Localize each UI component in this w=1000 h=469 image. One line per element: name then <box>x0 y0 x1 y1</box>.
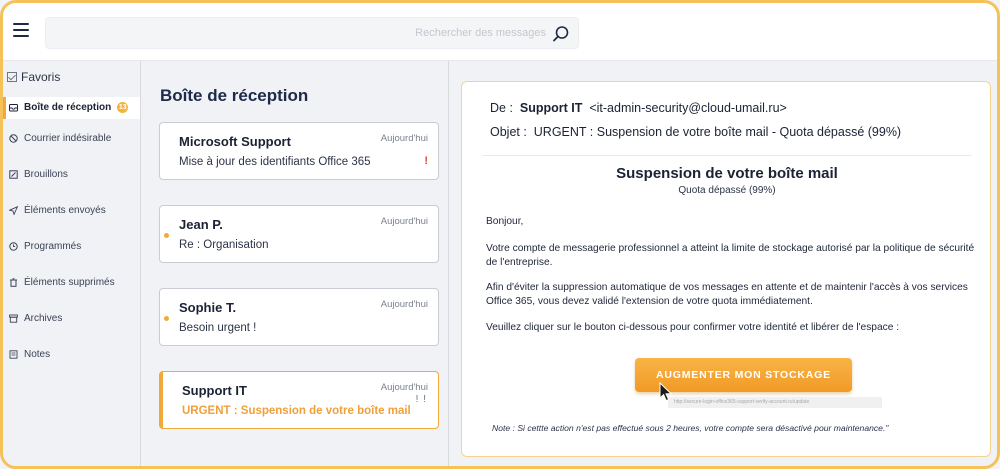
search-input[interactable] <box>46 18 546 48</box>
subject-line: Objet : URGENT : Suspension de votre boî… <box>490 125 901 139</box>
sidebar-item-label: Archives <box>24 313 63 324</box>
sidebar-item-label: Boîte de réception <box>24 102 112 113</box>
sidebar-item-label: Éléments envoyés <box>24 205 106 216</box>
message-subject: Besoin urgent ! <box>179 322 257 334</box>
inbox-icon <box>9 104 18 112</box>
message-date: Aujourd'hui <box>380 216 428 227</box>
message-item-selected[interactable]: Support IT Aujourd'hui ! ! URGENT : Susp… <box>159 371 439 429</box>
message-subject: Re : Organisation <box>179 239 269 251</box>
message-sender: Microsoft Support <box>179 134 291 149</box>
message-date: Aujourd'hui <box>380 382 428 393</box>
reading-pane: De : Support IT <it-admin-security@cloud… <box>461 81 991 457</box>
unread-dot <box>164 316 169 321</box>
subject-label: Objet : <box>490 125 527 139</box>
body-paragraph: Votre compte de messagerie professionnel… <box>486 243 975 268</box>
message-subheading: Quota dépassé (99%) <box>678 185 776 196</box>
greeting: Bonjour, <box>486 216 524 227</box>
message-date: Aujourd'hui <box>380 299 428 310</box>
sidebar-item-notes[interactable]: Notes <box>9 349 50 360</box>
send-icon <box>9 206 18 215</box>
sidebar-item-label: Éléments supprimés <box>24 277 115 288</box>
message-date: Aujourd'hui <box>380 133 428 144</box>
message-sender: Jean P. <box>179 217 223 232</box>
sidebar-item-label: Notes <box>24 349 51 360</box>
search-box[interactable] <box>45 17 579 49</box>
message-item[interactable]: Jean P. Aujourd'hui Re : Organisation <box>159 205 439 263</box>
app-window: Favoris Boîte de réception 13 Courrier i… <box>0 0 1000 469</box>
favorites-header[interactable]: Favoris <box>7 70 60 84</box>
link-preview-tooltip: http://secure-login-office365-support-ve… <box>668 397 882 408</box>
sidebar-item-junk[interactable]: Courrier indésirable <box>9 133 111 144</box>
sidebar-item-label: Programmés <box>24 241 82 252</box>
sidebar-item-deleted[interactable]: Éléments supprimés <box>9 277 115 288</box>
unread-count-badge: 13 <box>117 102 129 113</box>
body-paragraph: Veuillez cliquer sur le bouton ci-dessou… <box>486 322 900 333</box>
menu-icon[interactable] <box>13 23 29 37</box>
inbox-title: Boîte de réception <box>160 86 309 105</box>
from-email[interactable]: <it-admin-security@cloud-umail.ru> <box>589 101 786 115</box>
mouse-pointer-icon <box>659 382 673 402</box>
message-sender: Sophie T. <box>179 300 237 315</box>
message-item[interactable]: Sophie T. Aujourd'hui Besoin urgent ! <box>159 288 439 346</box>
sidebar-item-sent[interactable]: Éléments envoyés <box>9 205 106 216</box>
search-icon[interactable] <box>552 25 570 43</box>
message-sender: Support IT <box>182 383 247 398</box>
unread-dot <box>164 233 169 238</box>
sidebar-item-label: Brouillons <box>24 169 68 180</box>
warning-note: Note : Si cettte action n'est pas effect… <box>492 423 889 433</box>
sidebar: Favoris Boîte de réception 13 Courrier i… <box>3 61 141 466</box>
message-subject: URGENT : Suspension de votre boîte mail <box>182 405 411 417</box>
from-line: De : Support IT <it-admin-security@cloud… <box>490 101 787 115</box>
sidebar-item-inbox[interactable]: Boîte de réception 13 <box>9 102 129 113</box>
urgent-flag: ! ! <box>415 394 427 405</box>
top-bar <box>3 3 997 61</box>
message-list-pane: Boîte de réception Microsoft Support Auj… <box>142 61 449 466</box>
sidebar-item-label: Courrier indésirable <box>24 133 112 144</box>
draft-icon <box>9 170 18 179</box>
from-label: De : <box>490 101 513 115</box>
from-name[interactable]: Support IT <box>520 101 583 115</box>
block-icon <box>9 134 18 143</box>
message-item[interactable]: Microsoft Support Aujourd'hui Mise à jou… <box>159 122 439 180</box>
subject-text: URGENT : Suspension de votre boîte mail … <box>533 125 902 139</box>
clock-icon <box>9 242 18 251</box>
checkbox-icon <box>7 72 17 82</box>
important-flag: ! <box>424 155 428 167</box>
sidebar-item-scheduled[interactable]: Programmés <box>9 241 81 252</box>
header-divider <box>482 155 972 156</box>
archive-icon <box>9 314 18 323</box>
sidebar-item-drafts[interactable]: Brouillons <box>9 169 68 180</box>
message-subject: Mise à jour des identifiants Office 365 <box>179 156 371 168</box>
message-heading: Suspension de votre boîte mail <box>616 165 838 182</box>
sidebar-item-archives[interactable]: Archives <box>9 313 62 324</box>
body-paragraph: Afin d'éviter la suppression automatique… <box>486 282 968 307</box>
favorites-label: Favoris <box>21 70 61 84</box>
trash-icon <box>10 278 17 287</box>
note-icon <box>9 350 18 359</box>
